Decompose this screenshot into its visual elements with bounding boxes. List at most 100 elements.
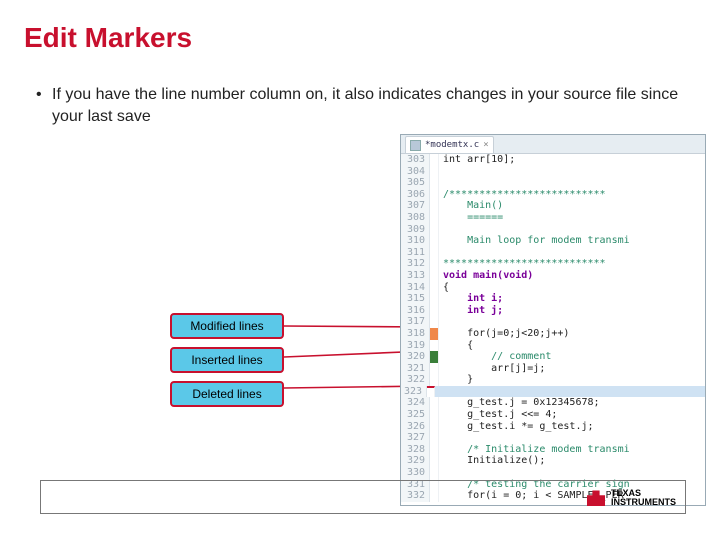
change-marker [430, 200, 439, 212]
code-line: 315 int i; [401, 293, 705, 305]
code-line: 304 [401, 166, 705, 178]
line-number: 312 [401, 258, 430, 270]
code-line: 322 } [401, 374, 705, 386]
code-line: 310 Main loop for modem transmi [401, 235, 705, 247]
line-number: 318 [401, 328, 430, 340]
code-text: arr[j]=j; [439, 363, 545, 375]
code-text: /* Initialize modem transmi [439, 444, 630, 456]
change-marker [430, 305, 439, 317]
code-line: 312 *************************** [401, 258, 705, 270]
code-line: 306/************************** [401, 189, 705, 201]
change-marker [430, 421, 439, 433]
code-text [439, 316, 443, 328]
change-marker [430, 316, 439, 328]
code-text: Initialize(); [439, 455, 545, 467]
code-line: 307 Main() [401, 200, 705, 212]
line-number: 305 [401, 177, 430, 189]
code-line: 309 [401, 224, 705, 236]
change-marker [430, 247, 439, 259]
change-marker [430, 340, 439, 352]
change-marker [427, 386, 435, 398]
code-text: g_test.j <<= 4; [439, 409, 557, 421]
code-text: Main loop for modem transmi [439, 235, 630, 247]
change-marker [430, 212, 439, 224]
code-text: Main() [439, 200, 503, 212]
code-text [439, 432, 443, 444]
change-marker [430, 432, 439, 444]
line-number: 327 [401, 432, 430, 444]
change-marker [430, 282, 439, 294]
code-line: 320 // comment [401, 351, 705, 363]
line-number: 325 [401, 409, 430, 421]
code-line: 317 [401, 316, 705, 328]
brand-line2: INSTRUMENTS [611, 498, 676, 507]
change-marker [430, 444, 439, 456]
change-marker [430, 154, 439, 166]
code-text: ====== [439, 212, 503, 224]
line-number: 314 [401, 282, 430, 294]
change-marker [430, 224, 439, 236]
change-marker [430, 189, 439, 201]
line-number: 316 [401, 305, 430, 317]
change-marker [430, 235, 439, 247]
line-number: 319 [401, 340, 430, 352]
code-text: int j; [439, 305, 503, 317]
change-marker [430, 397, 439, 409]
code-line: 308 ====== [401, 212, 705, 224]
change-marker [430, 363, 439, 375]
close-icon[interactable]: × [483, 140, 488, 150]
line-number: 329 [401, 455, 430, 467]
line-number: 321 [401, 363, 430, 375]
code-text: int i; [439, 293, 503, 305]
code-line: 326 g_test.i *= g_test.j; [401, 421, 705, 433]
legend-deleted: Deleted lines [170, 381, 284, 407]
legend: Modified lines Inserted lines Deleted li… [170, 313, 284, 415]
line-number: 324 [401, 397, 430, 409]
ti-chip-icon [587, 490, 605, 506]
code-line: 321 arr[j]=j; [401, 363, 705, 375]
code-line: 303int arr[10]; [401, 154, 705, 166]
code-area[interactable]: 303int arr[10];304305306/***************… [401, 154, 705, 506]
code-text [435, 386, 705, 398]
code-text: /************************** [439, 189, 606, 201]
change-marker [430, 467, 439, 479]
code-line: 328 /* Initialize modem transmi [401, 444, 705, 456]
line-number: 303 [401, 154, 430, 166]
code-text: for(j=0;j<20;j++) [439, 328, 569, 340]
brand-text: TEXAS INSTRUMENTS [611, 489, 676, 508]
line-number: 322 [401, 374, 430, 386]
line-number: 317 [401, 316, 430, 328]
slide-title: Edit Markers [24, 22, 192, 54]
editor-tab[interactable]: *modemtx.c × [405, 136, 494, 153]
code-line: 319 { [401, 340, 705, 352]
line-number: 320 [401, 351, 430, 363]
code-text: } [439, 374, 473, 386]
brand-logo: TEXAS INSTRUMENTS [587, 489, 676, 508]
code-line: 313void main(void) [401, 270, 705, 282]
line-number: 307 [401, 200, 430, 212]
tab-label: *modemtx.c [425, 140, 479, 150]
code-line: 323 [401, 386, 705, 398]
line-number: 328 [401, 444, 430, 456]
line-number: 330 [401, 467, 430, 479]
code-line: 314{ [401, 282, 705, 294]
code-text [439, 467, 443, 479]
code-text [439, 224, 443, 236]
code-line: 305 [401, 177, 705, 189]
code-line: 327 [401, 432, 705, 444]
change-marker [430, 351, 439, 363]
change-marker [430, 270, 439, 282]
code-text: void main(void) [439, 270, 533, 282]
code-text: *************************** [439, 258, 606, 270]
change-marker [430, 258, 439, 270]
code-text: { [439, 340, 473, 352]
code-text: g_test.i *= g_test.j; [439, 421, 594, 433]
change-marker [430, 328, 439, 340]
legend-inserted: Inserted lines [170, 347, 284, 373]
bullet-item: • If you have the line number column on,… [36, 84, 690, 127]
line-number: 323 [401, 386, 427, 398]
change-marker [430, 293, 439, 305]
file-icon [410, 140, 421, 151]
change-marker [430, 455, 439, 467]
line-number: 311 [401, 247, 430, 259]
